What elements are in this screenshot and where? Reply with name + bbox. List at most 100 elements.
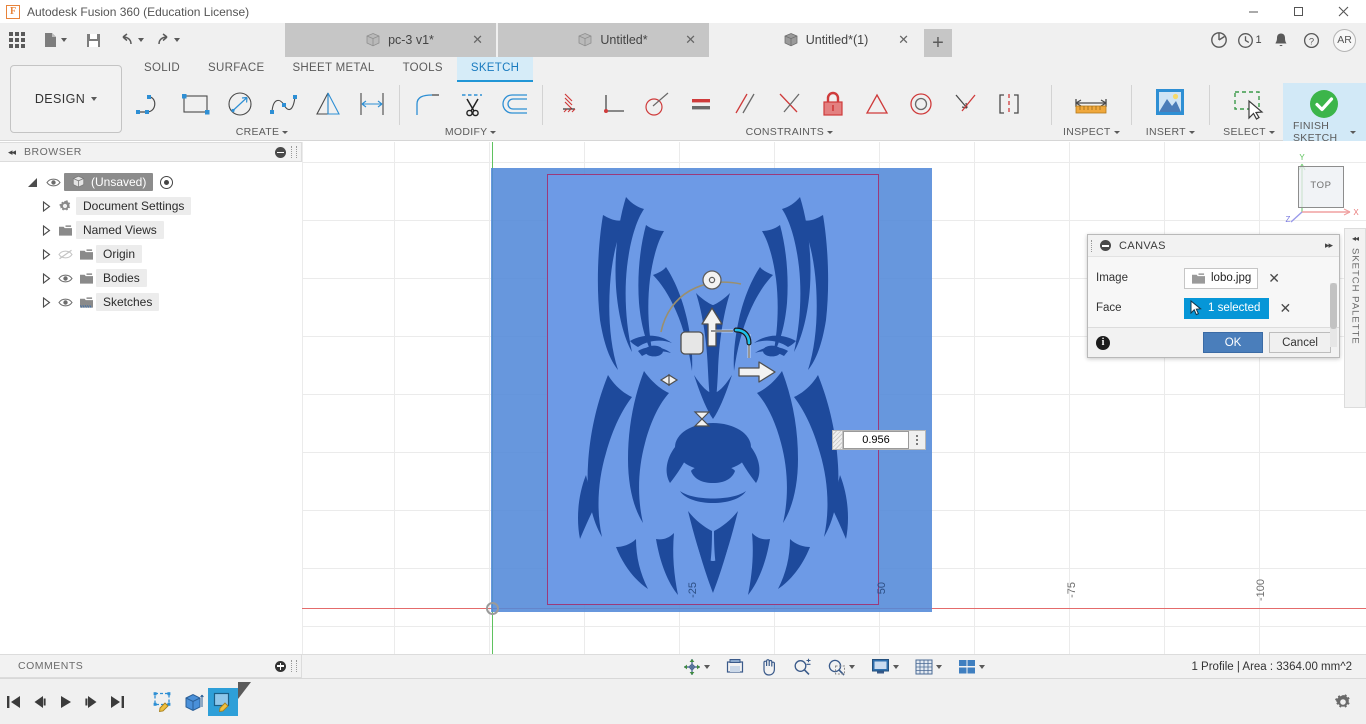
- visibility-eye-icon[interactable]: [42, 177, 64, 188]
- tree-row-document-settings[interactable]: Document Settings: [0, 194, 302, 218]
- collapse-dialog-icon[interactable]: [1100, 240, 1111, 251]
- collapse-sketch-palette-icon[interactable]: ◂◂: [1352, 234, 1359, 243]
- expand-triangle-icon[interactable]: [38, 272, 54, 284]
- measure-tool-icon[interactable]: [1065, 83, 1117, 125]
- symmetry-constraint-icon[interactable]: [855, 83, 899, 125]
- tree-row-origin[interactable]: Origin: [0, 242, 302, 266]
- expand-triangle-icon[interactable]: [38, 248, 54, 260]
- job-status-icon[interactable]: 1: [1234, 23, 1265, 57]
- perpendicular-constraint-icon[interactable]: [591, 83, 635, 125]
- image-file-field[interactable]: lobo.jpg: [1184, 267, 1259, 289]
- activate-component-radio[interactable]: [160, 175, 174, 189]
- face-selection-field[interactable]: 1 selected: [1184, 297, 1270, 319]
- equal-constraint-icon[interactable]: [679, 83, 723, 125]
- circle-tool-icon[interactable]: [218, 83, 262, 125]
- viewport[interactable]: -25 50 -75 -100 0.956 Y X Z TOP: [302, 142, 1366, 678]
- view-cube-top-face[interactable]: TOP: [1298, 166, 1344, 208]
- tangent-constraint-icon[interactable]: [635, 83, 679, 125]
- canvas-dialog-header[interactable]: CANVAS ▸▸: [1088, 235, 1339, 257]
- finish-sketch-group[interactable]: FINISH SKETCH: [1282, 83, 1366, 144]
- clear-image-icon[interactable]: ✕: [1268, 271, 1280, 285]
- scale-value-input[interactable]: [843, 431, 909, 449]
- ribbon-tab-tools[interactable]: TOOLS: [389, 57, 457, 82]
- help-icon[interactable]: ?: [1296, 23, 1327, 57]
- parallel-constraint-icon[interactable]: [723, 83, 767, 125]
- ribbon-tab-sheet-metal[interactable]: SHEET METAL: [278, 57, 388, 82]
- expand-triangle-icon[interactable]: [38, 224, 54, 236]
- zoom-window-icon[interactable]: [823, 656, 859, 678]
- spline-tool-icon[interactable]: [262, 83, 306, 125]
- tree-row-unsaved[interactable]: (Unsaved): [0, 170, 302, 194]
- ribbon-group-select-label[interactable]: SELECT: [1223, 125, 1275, 139]
- ribbon-group-inspect-label[interactable]: INSPECT: [1063, 125, 1120, 139]
- cancel-button[interactable]: Cancel: [1269, 332, 1331, 353]
- canvas-image[interactable]: [547, 174, 879, 605]
- orbit-icon[interactable]: [679, 656, 714, 678]
- timeline-node-canvas[interactable]: [208, 681, 251, 716]
- undo-button[interactable]: [118, 27, 144, 53]
- viewport-layout-icon[interactable]: [954, 656, 989, 678]
- browser-grip[interactable]: [291, 146, 297, 158]
- ribbon-tab-surface[interactable]: SURFACE: [194, 57, 278, 82]
- document-tab-close-icon[interactable]: ✕: [685, 33, 696, 46]
- concentric-constraint-icon[interactable]: [899, 83, 943, 125]
- lock-constraint-icon[interactable]: [811, 83, 855, 125]
- save-button[interactable]: [80, 27, 106, 53]
- coincident-constraint-icon[interactable]: [767, 83, 811, 125]
- ribbon-tab-solid[interactable]: SOLID: [130, 57, 194, 82]
- view-cube[interactable]: Y X Z TOP: [1280, 150, 1364, 228]
- notifications-bell-icon[interactable]: [1265, 23, 1296, 57]
- new-tab-button[interactable]: +: [924, 29, 952, 57]
- sketch-origin-point[interactable]: [486, 602, 499, 615]
- ribbon-group-create-label[interactable]: CREATE: [236, 125, 289, 139]
- timeline-settings-gear-icon[interactable]: [1334, 693, 1352, 711]
- ribbon-group-modify-label[interactable]: MODIFY: [445, 125, 497, 139]
- ribbon-group-insert-label[interactable]: INSERT: [1146, 125, 1195, 139]
- visibility-eye-icon[interactable]: [54, 273, 76, 284]
- browser-minimize-icon[interactable]: [275, 146, 286, 158]
- rectangle-tool-icon[interactable]: [174, 83, 218, 125]
- timeline-go-to-beginning-button[interactable]: [0, 687, 26, 717]
- timeline-node-sketch[interactable]: [148, 688, 178, 716]
- timeline-step-forward-button[interactable]: [78, 687, 104, 717]
- dock-dialog-icon[interactable]: ▸▸: [1325, 240, 1333, 251]
- info-icon[interactable]: i: [1096, 335, 1110, 350]
- timeline-go-to-end-button[interactable]: [104, 687, 130, 717]
- avatar[interactable]: AR: [1333, 28, 1356, 52]
- offset-tool-icon[interactable]: [493, 83, 537, 125]
- value-field-options-icon[interactable]: [909, 431, 925, 449]
- finish-sketch-label[interactable]: FINISH SKETCH: [1293, 120, 1356, 144]
- document-tab-1[interactable]: Untitled* ✕: [498, 23, 711, 57]
- close-button[interactable]: [1321, 0, 1366, 23]
- document-tab-0[interactable]: pc-3 v1* ✕: [285, 23, 498, 57]
- expand-triangle-icon[interactable]: [38, 296, 54, 308]
- document-tab-close-icon[interactable]: ✕: [472, 33, 483, 46]
- add-comment-icon[interactable]: [275, 660, 286, 672]
- dimension-tool-icon[interactable]: [350, 83, 394, 125]
- collapse-browser-icon[interactable]: ◂◂: [8, 147, 16, 158]
- tree-row-bodies[interactable]: Bodies: [0, 266, 302, 290]
- canvas-dialog[interactable]: CANVAS ▸▸ Image lobo.jpg ✕ Face 1 select…: [1087, 234, 1340, 358]
- timeline-node-extrude[interactable]: [178, 688, 208, 716]
- expand-triangle-icon[interactable]: [38, 200, 54, 212]
- minimize-button[interactable]: [1231, 0, 1276, 23]
- comments-panel[interactable]: COMMENTS: [0, 654, 302, 678]
- tree-row-sketches[interactable]: Sketches: [0, 290, 302, 314]
- finish-sketch-icon[interactable]: [1298, 83, 1350, 125]
- visibility-eye-icon[interactable]: [54, 297, 76, 308]
- maximize-button[interactable]: [1276, 0, 1321, 23]
- display-settings-icon[interactable]: [867, 656, 903, 678]
- look-at-icon[interactable]: [722, 656, 748, 678]
- mirror-tool-icon[interactable]: [306, 83, 350, 125]
- redo-button[interactable]: [154, 27, 180, 53]
- insert-canvas-icon[interactable]: [1144, 83, 1196, 125]
- pan-hand-icon[interactable]: [756, 656, 781, 678]
- manipulator-value-field[interactable]: [832, 430, 926, 450]
- fillet-tool-icon[interactable]: [405, 83, 449, 125]
- document-tab-2[interactable]: Untitled*(1) ✕: [711, 23, 924, 57]
- ok-button[interactable]: OK: [1203, 332, 1263, 353]
- comments-grip[interactable]: [291, 660, 297, 672]
- file-menu-button[interactable]: [42, 27, 68, 53]
- expand-triangle-icon[interactable]: [22, 177, 42, 188]
- line-tool-icon[interactable]: [130, 83, 174, 125]
